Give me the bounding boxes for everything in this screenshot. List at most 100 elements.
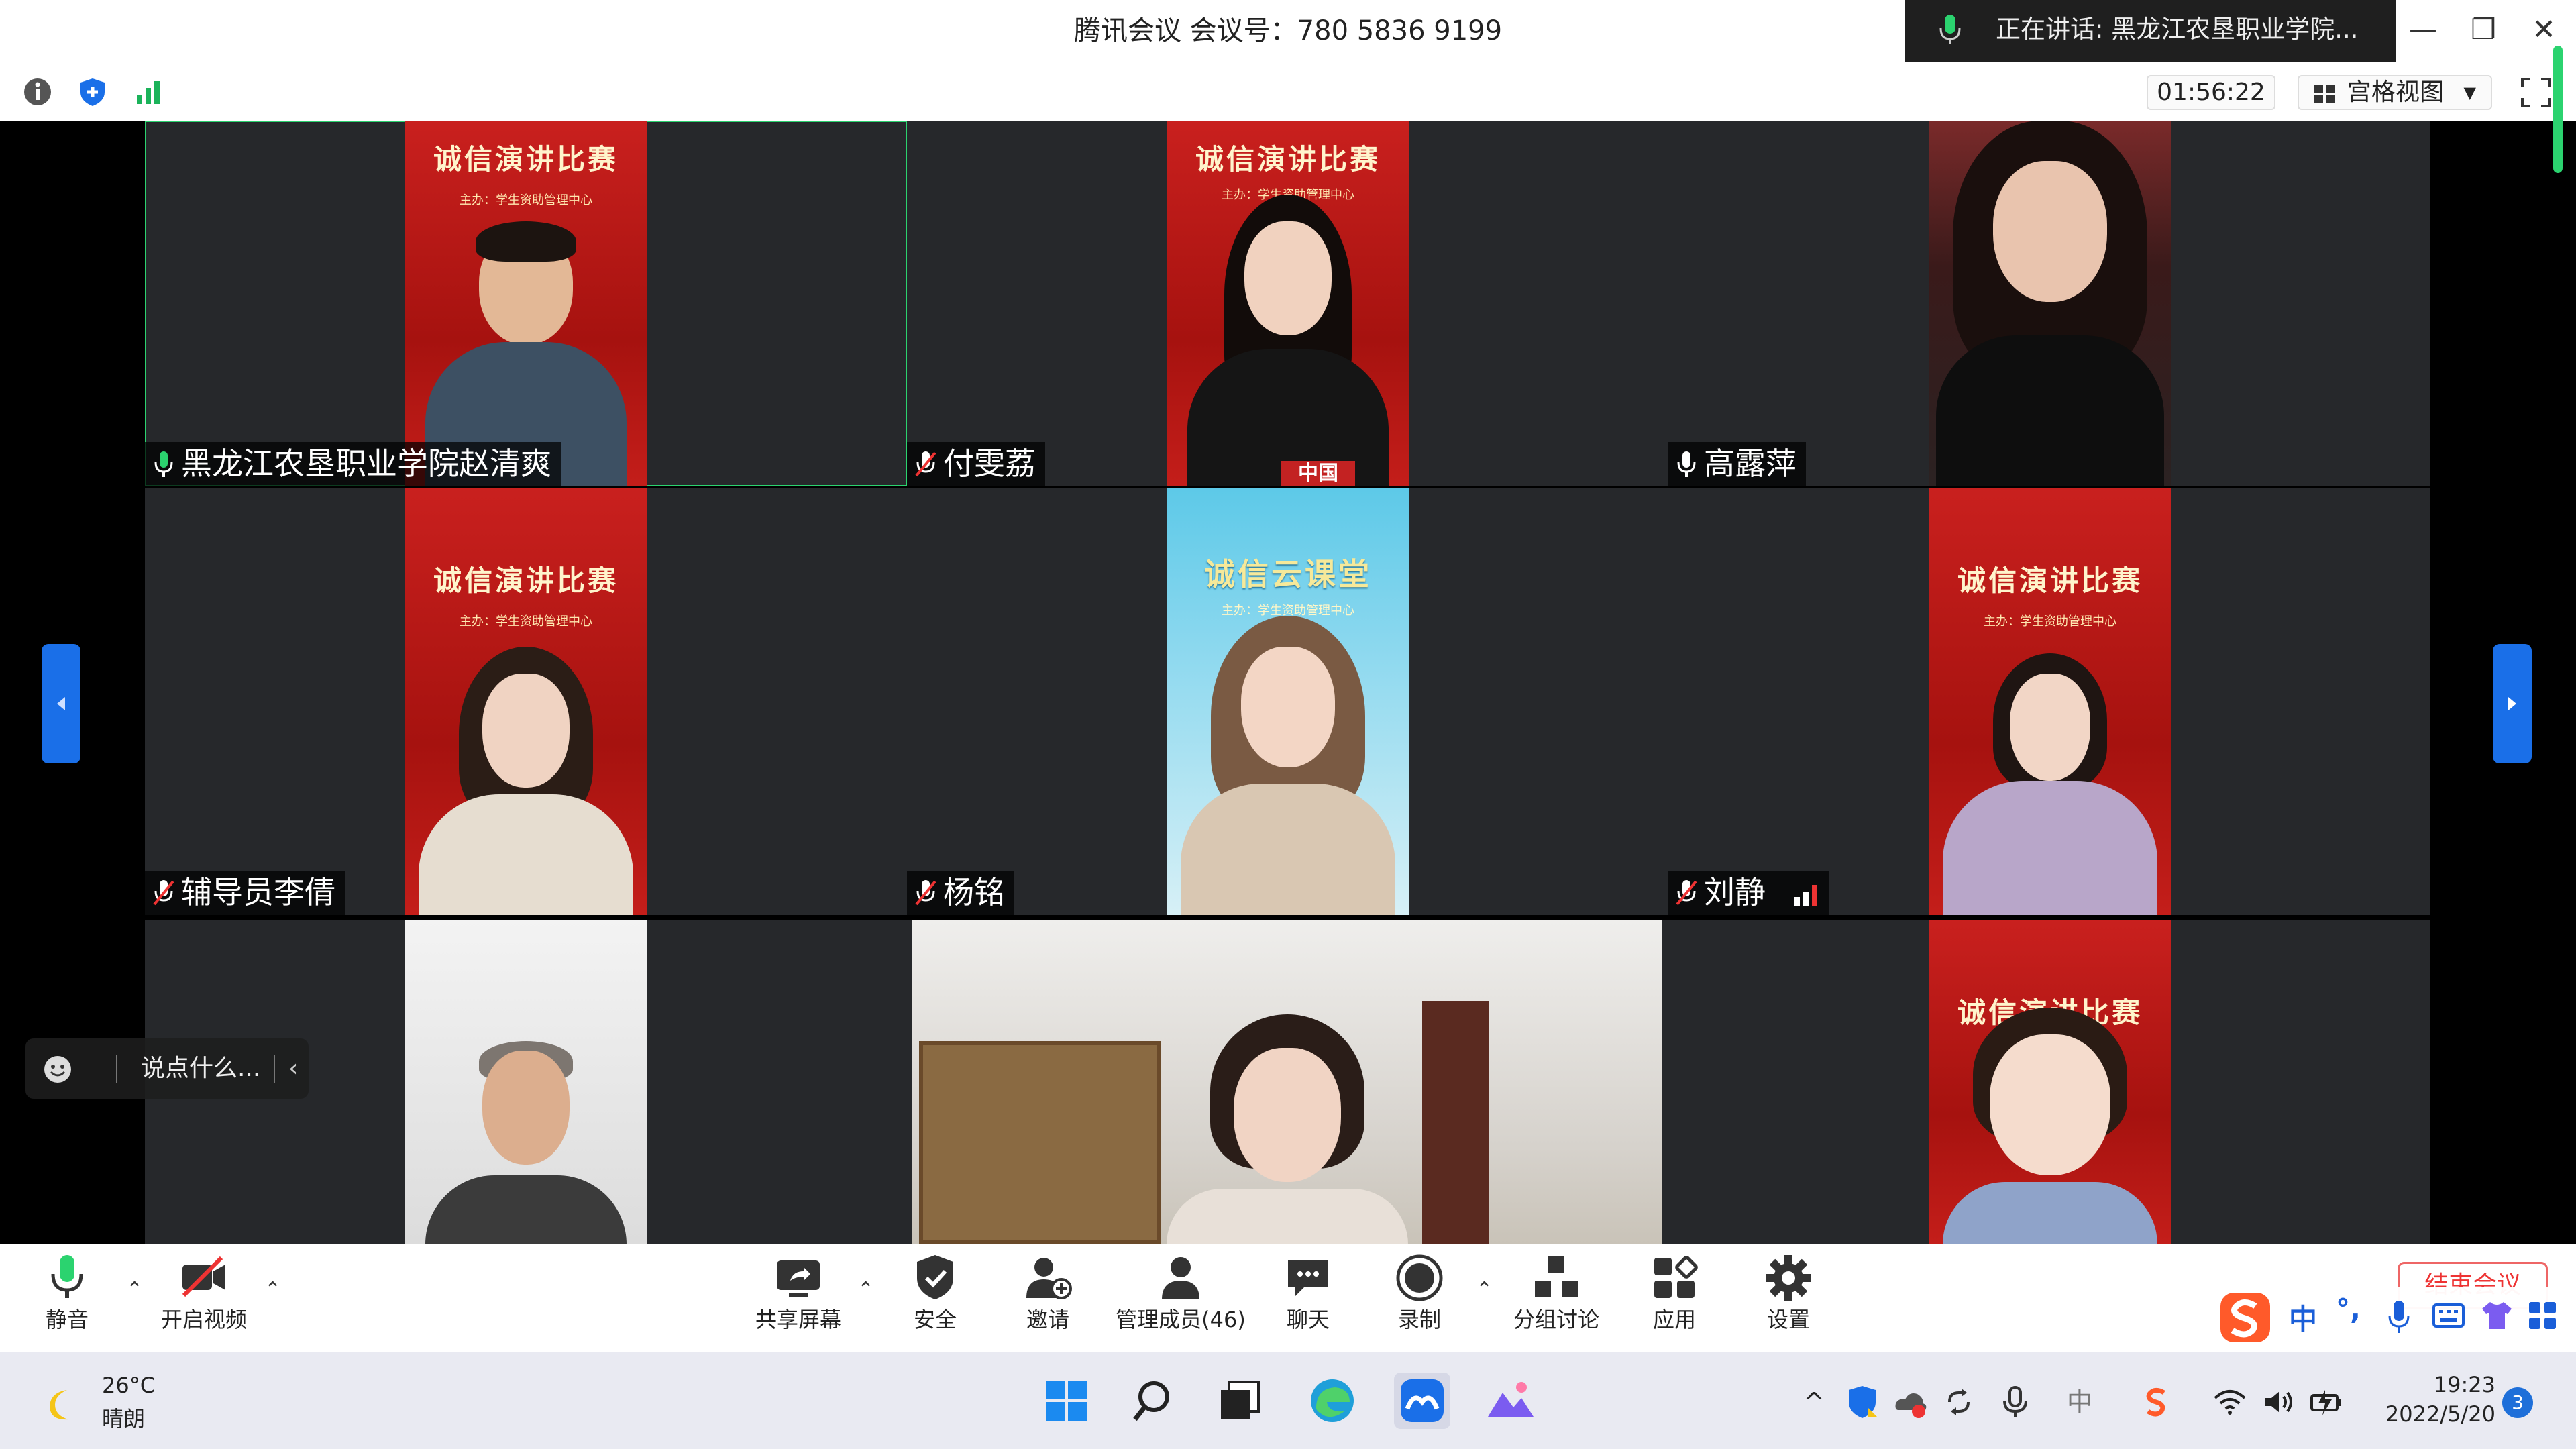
share-options-caret[interactable]: ⌃: [857, 1278, 874, 1301]
clock-time: 19:23: [2433, 1372, 2496, 1397]
sync-icon[interactable]: [1940, 1383, 1978, 1421]
video-feed: 诚信演讲比赛 主办：学生资助管理中心 中国: [1167, 121, 1409, 486]
ime-toolbox-icon[interactable]: [2528, 1301, 2557, 1330]
ime-punctuation[interactable]: °,: [2336, 1293, 2361, 1326]
video-feed: [1929, 121, 2171, 486]
onedrive-error-icon[interactable]: [1892, 1383, 1929, 1421]
start-video-button[interactable]: 开启视频: [144, 1251, 264, 1334]
photos-app-icon[interactable]: [1483, 1373, 1539, 1429]
tencent-meeting-taskbar-button[interactable]: [1394, 1373, 1450, 1429]
video-tile[interactable]: 诚信云课堂 主办：学生资助管理中心 杨铭: [907, 488, 1668, 915]
video-tile[interactable]: 诚信演讲比赛 主办：学生资助管理中心 辅导员李倩: [145, 488, 907, 915]
door-image: [1422, 1001, 1489, 1244]
search-icon[interactable]: [1127, 1373, 1183, 1429]
video-feed: 诚信演讲比赛 主办：学生资助管理中心: [405, 121, 647, 486]
meeting-toolbar: 静音 ⌃ 开启视频 ⌃ 共享屏幕 ⌃ 安全 邀请 管理成员(46) 聊天 录制 …: [0, 1244, 2576, 1352]
battery-charging-icon[interactable]: [2308, 1383, 2345, 1421]
settings-button[interactable]: 设置: [1728, 1251, 1849, 1334]
emoji-icon[interactable]: [42, 1053, 74, 1085]
previous-page-button[interactable]: [42, 644, 80, 763]
mic-muted-icon: [915, 451, 936, 477]
microphone-tray-icon[interactable]: [1996, 1383, 2034, 1421]
video-feed: [405, 920, 647, 1244]
video-feed: 诚信演讲比赛 主办：学生资助管理中心: [405, 488, 647, 915]
meeting-timer: 01:56:22: [2147, 75, 2275, 110]
task-view-icon[interactable]: [1212, 1373, 1268, 1429]
participant-image: [425, 1041, 627, 1244]
input-language-indicator[interactable]: 中: [2061, 1383, 2098, 1421]
video-tile[interactable]: 高露萍: [1668, 121, 2430, 486]
participant-name-tag: 付雯荔: [907, 442, 1045, 486]
share-screen-button[interactable]: 共享屏幕: [738, 1251, 859, 1334]
security-button[interactable]: 安全: [875, 1251, 996, 1334]
shield-icon[interactable]: [75, 74, 110, 109]
participant-image: [1943, 1008, 2157, 1244]
invite-button[interactable]: 邀请: [987, 1251, 1108, 1334]
chat-button[interactable]: 聊天: [1248, 1251, 1368, 1334]
gear-icon: [1766, 1255, 1811, 1301]
system-clock[interactable]: 19:23 2022/5/20: [2361, 1370, 2496, 1429]
windows-start-icon[interactable]: [1038, 1373, 1095, 1429]
participant-image: [1187, 195, 1389, 486]
participant-image: [1936, 121, 2164, 486]
start-video-label: 开启视频: [160, 1307, 247, 1332]
network-signal-icon[interactable]: [131, 74, 166, 109]
video-tile[interactable]: 诚信演讲比赛 主办：学生资助管理中心 中国 付雯荔: [907, 121, 1668, 486]
video-grid: 诚信演讲比赛 主办：学生资助管理中心 黑龙江农垦职业学院赵清爽 诚信演讲比赛 主…: [0, 121, 2576, 1244]
view-mode-dropdown[interactable]: 宫格视图 ▼: [2298, 75, 2492, 110]
video-tile[interactable]: 诚信演讲比赛 主办：学生资助管理中心 刘静: [1668, 488, 2430, 915]
ime-voice-icon[interactable]: [2387, 1299, 2411, 1334]
sogou-logo-icon[interactable]: [2216, 1289, 2274, 1346]
video-tile[interactable]: [907, 920, 1668, 1244]
breakout-rooms-button[interactable]: 分组讨论: [1496, 1251, 1617, 1334]
wifi-icon[interactable]: [2211, 1383, 2249, 1421]
sogou-tray-icon[interactable]: [2137, 1383, 2175, 1421]
show-hidden-icons-button[interactable]: ^: [1795, 1383, 1833, 1421]
apps-button[interactable]: 应用: [1614, 1251, 1735, 1334]
share-screen-label: 共享屏幕: [755, 1307, 841, 1332]
record-options-caret[interactable]: ⌃: [1476, 1278, 1493, 1301]
restore-button[interactable]: ❐: [2451, 0, 2516, 62]
record-button[interactable]: 录制: [1359, 1251, 1480, 1334]
mic-icon: [1939, 15, 1961, 44]
fullscreen-icon[interactable]: [2518, 75, 2553, 110]
close-button[interactable]: ✕: [2512, 0, 2576, 62]
record-icon: [1396, 1254, 1443, 1301]
chat-placeholder: 说点什么...: [141, 1055, 261, 1082]
speaking-indicator[interactable]: 正在讲话: 黑龙江农垦职业学院...: [1905, 0, 2396, 62]
chevron-left-icon: [57, 697, 65, 710]
manage-members-button[interactable]: 管理成员(46): [1114, 1251, 1248, 1334]
info-icon[interactable]: [20, 74, 55, 109]
mute-label: 静音: [45, 1307, 89, 1332]
ime-keyboard-icon[interactable]: [2432, 1302, 2465, 1329]
mute-button[interactable]: 静音: [7, 1251, 127, 1334]
edge-browser-icon[interactable]: [1304, 1373, 1360, 1429]
video-tile[interactable]: 诚信演讲比赛: [1668, 920, 2430, 1244]
participant-name-tag: 高露萍: [1668, 442, 1806, 486]
chat-icon: [1288, 1260, 1328, 1297]
quick-chat-input[interactable]: 说点什么... ‹: [25, 1038, 309, 1099]
minimize-button[interactable]: —: [2391, 0, 2455, 62]
participant-name-tag: 杨铭: [907, 871, 1014, 915]
weather-temperature: 26°C: [102, 1373, 156, 1398]
mic-muted-icon: [915, 880, 936, 906]
ime-language[interactable]: 中: [2289, 1297, 2317, 1338]
collapse-chat-button[interactable]: ‹: [288, 1038, 298, 1099]
participant-name-tag: 辅导员李倩: [145, 871, 345, 915]
ime-skin-icon[interactable]: [2481, 1301, 2513, 1330]
video-feed: 诚信演讲比赛 主办：学生资助管理中心: [1929, 488, 2171, 915]
next-page-button[interactable]: [2493, 644, 2532, 763]
video-tile[interactable]: 诚信演讲比赛 主办：学生资助管理中心 黑龙江农垦职业学院赵清爽: [145, 121, 907, 486]
volume-level-scrollbar[interactable]: [2553, 46, 2563, 173]
apps-icon: [1654, 1256, 1698, 1298]
participant-name: 高露萍: [1704, 445, 1796, 482]
video-options-caret[interactable]: ⌃: [264, 1278, 281, 1301]
notification-badge[interactable]: 3: [2502, 1387, 2533, 1418]
add-user-icon: [1026, 1258, 1072, 1299]
camera-off-icon: [182, 1256, 225, 1297]
volume-icon[interactable]: [2259, 1383, 2297, 1421]
mic-icon: [154, 451, 173, 477]
audio-options-caret[interactable]: ⌃: [126, 1278, 143, 1301]
defender-shield-icon[interactable]: [1843, 1383, 1881, 1421]
security-label: 安全: [913, 1307, 957, 1332]
